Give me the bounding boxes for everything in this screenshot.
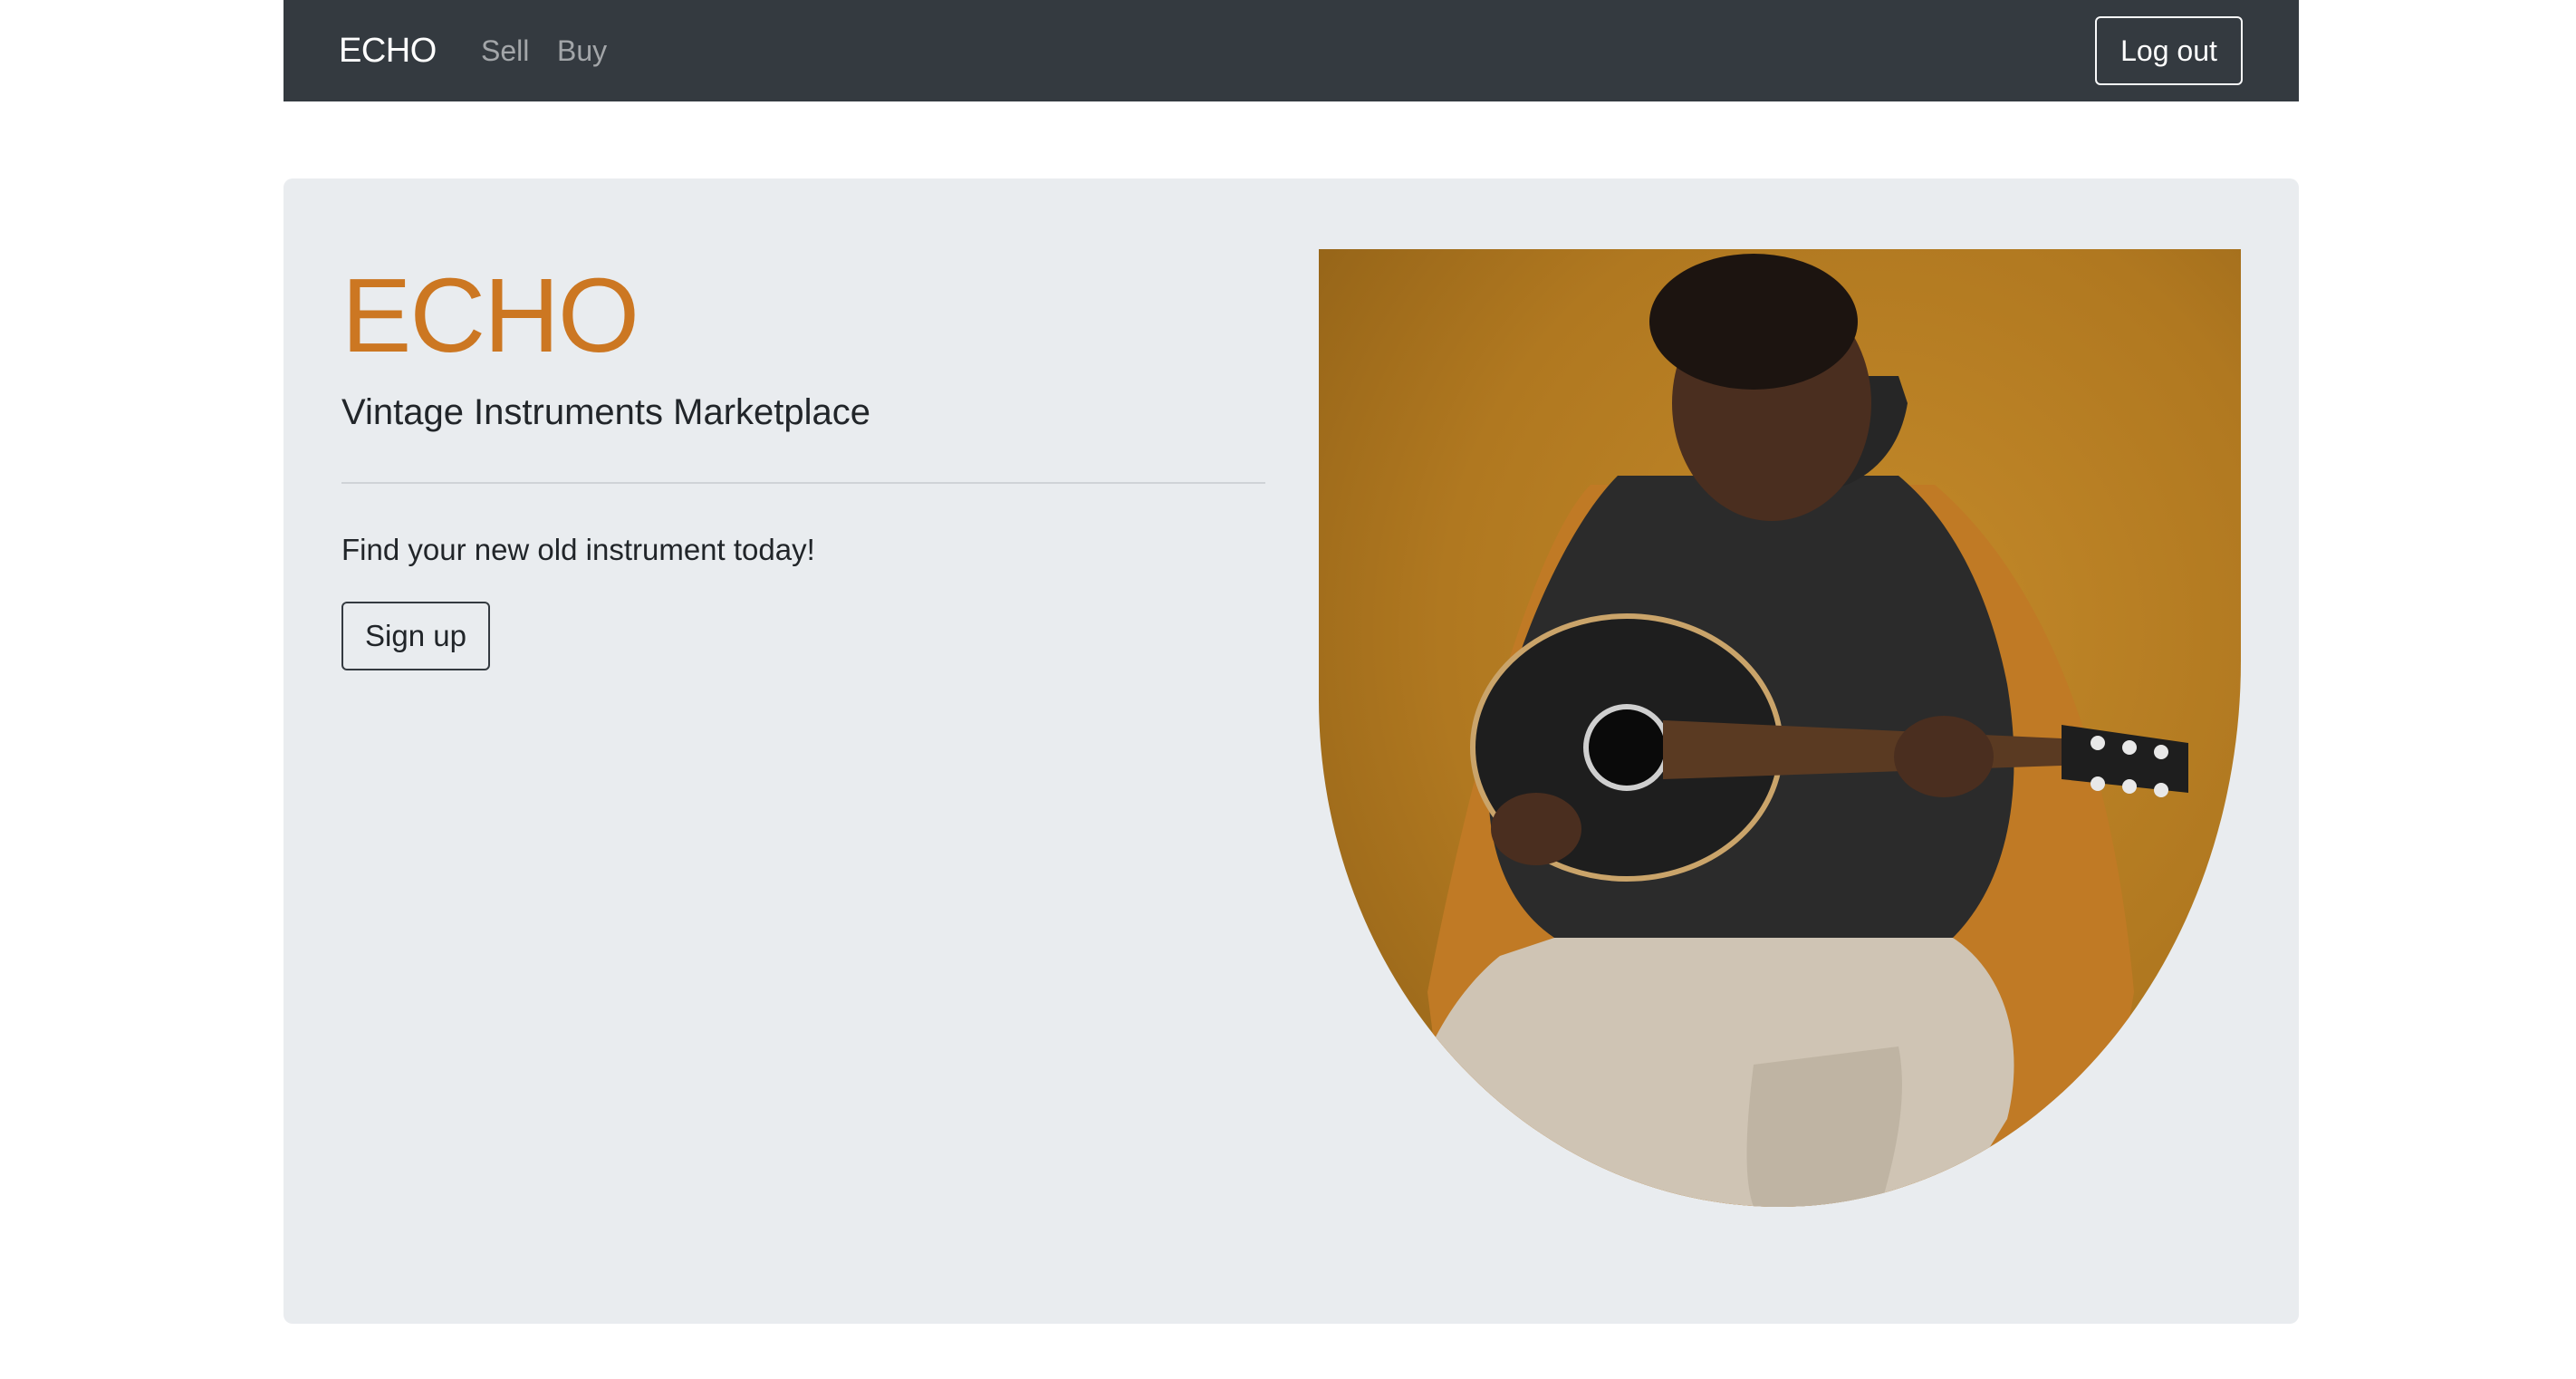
- navbar-brand[interactable]: ECHO: [339, 0, 437, 101]
- signup-button[interactable]: Sign up: [341, 602, 490, 670]
- top-navbar: ECHO Sell Buy Log out: [284, 0, 2299, 101]
- nav-link-sell[interactable]: Sell: [481, 0, 529, 101]
- hero-tagline: Find your new old instrument today!: [341, 533, 815, 566]
- hero-jumbotron: ECHO Vintage Instruments Marketplace Fin…: [284, 178, 2299, 1324]
- guitarist-photo: [1319, 249, 2241, 1207]
- hero-divider: [341, 482, 1265, 484]
- hero-subtitle: Vintage Instruments Marketplace: [341, 392, 871, 432]
- logout-button[interactable]: Log out: [2095, 16, 2243, 85]
- nav-link-buy[interactable]: Buy: [557, 0, 607, 101]
- guitarist-illustration-icon: [1400, 254, 2188, 1207]
- hero-title: ECHO: [341, 256, 639, 374]
